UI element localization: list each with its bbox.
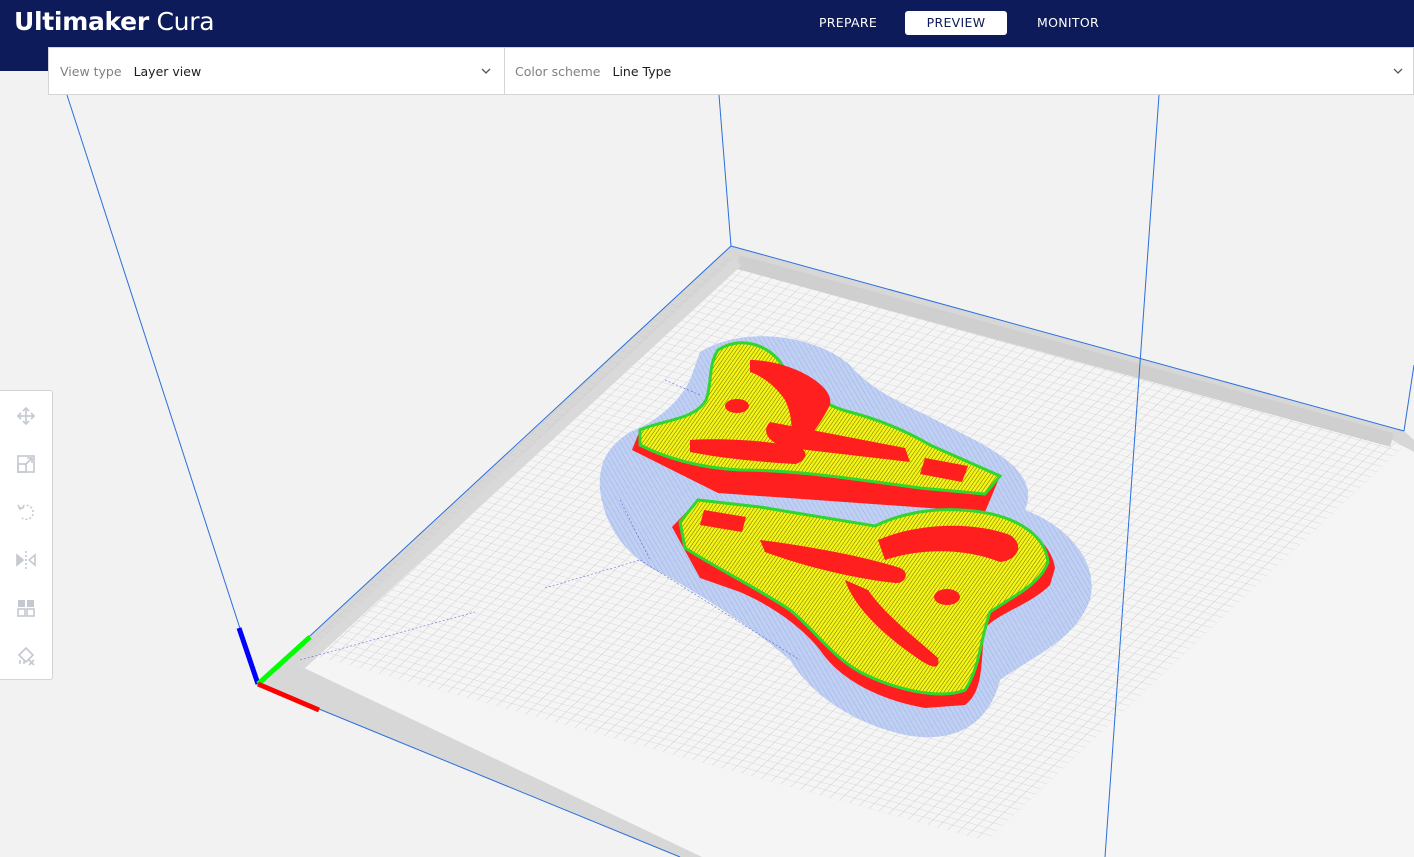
per-model-settings-tool-button[interactable] — [14, 596, 38, 620]
stage-tab-prepare[interactable]: PREPARE — [800, 11, 896, 35]
view-type-value: Layer view — [133, 63, 202, 79]
tool-panel — [0, 390, 53, 680]
color-scheme-value: Line Type — [612, 63, 672, 79]
color-scheme-dropdown[interactable]: Color scheme Line Type — [515, 48, 1413, 94]
move-tool-button[interactable] — [14, 404, 38, 428]
rotate-tool-button[interactable] — [14, 500, 38, 524]
rotate-icon — [17, 504, 34, 521]
mirror-tool-button[interactable] — [14, 548, 38, 572]
chevron-down-icon — [1393, 68, 1403, 74]
per-model-settings-icon — [17, 600, 35, 617]
logo-brand: Ultimaker — [14, 7, 149, 36]
app-logo: Ultimaker Cura — [14, 4, 215, 40]
scale-icon — [17, 455, 35, 473]
color-scheme-label: Color scheme — [515, 63, 601, 79]
stage-tab-preview[interactable]: PREVIEW — [905, 11, 1007, 35]
chevron-down-icon — [481, 68, 491, 74]
app-header: Ultimaker Cura PREPARE PREVIEW MONITOR — [0, 0, 1414, 47]
dropdown-divider — [504, 48, 505, 94]
scale-tool-button[interactable] — [14, 452, 38, 476]
move-icon — [16, 406, 36, 426]
header-tail — [0, 47, 49, 71]
view-type-dropdown[interactable]: View type Layer view — [60, 48, 503, 94]
view-options-bar: View type Layer view Color scheme Line T… — [48, 47, 1414, 95]
support-blocker-icon — [17, 646, 35, 666]
mirror-icon — [16, 551, 36, 569]
stage-tab-monitor[interactable]: MONITOR — [1018, 11, 1118, 35]
viewport-3d[interactable] — [0, 0, 1414, 857]
support-blocker-tool-button[interactable] — [14, 644, 38, 668]
view-type-label: View type — [60, 63, 122, 79]
logo-product: Cura — [156, 7, 215, 36]
